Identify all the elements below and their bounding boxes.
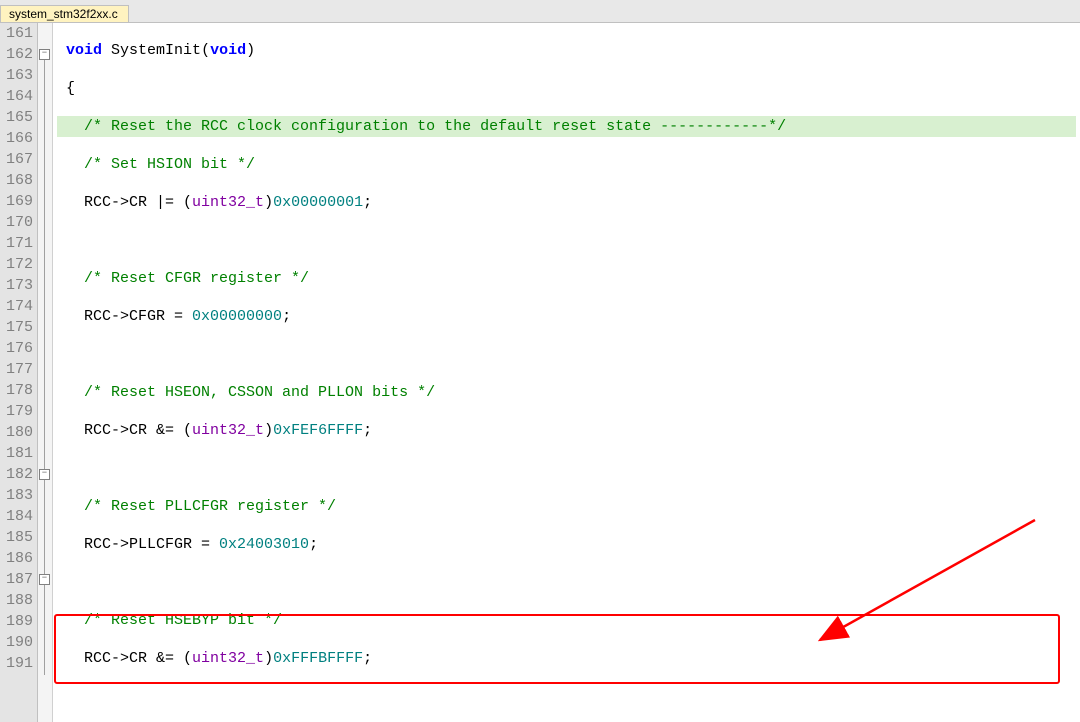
code-area[interactable]: void SystemInit(void) { /* Reset the RCC… bbox=[53, 23, 1080, 722]
line-number: 165 bbox=[4, 107, 36, 128]
fold-toggle-icon[interactable]: − bbox=[39, 469, 50, 480]
line-number: 182 bbox=[4, 464, 36, 485]
line-number-gutter: 161 162 163 164 165 166 167 168 169 170 … bbox=[0, 23, 38, 722]
line-number: 175 bbox=[4, 317, 36, 338]
fold-column: − − − bbox=[38, 23, 53, 722]
line-number: 191 bbox=[4, 653, 36, 674]
fold-toggle-icon[interactable]: − bbox=[39, 574, 50, 585]
line-number: 167 bbox=[4, 149, 36, 170]
line-number: 184 bbox=[4, 506, 36, 527]
line-number: 166 bbox=[4, 128, 36, 149]
line-number: 168 bbox=[4, 170, 36, 191]
code-line: { bbox=[57, 78, 1080, 99]
line-number: 190 bbox=[4, 632, 36, 653]
fold-toggle-icon[interactable]: − bbox=[39, 49, 50, 60]
tab-bar: system_stm32f2xx.c bbox=[0, 0, 1080, 23]
line-number: 181 bbox=[4, 443, 36, 464]
code-line: RCC->CR &= (uint32_t)0xFFFBFFFF; bbox=[57, 648, 1080, 669]
line-number: 178 bbox=[4, 380, 36, 401]
code-line: RCC->CR &= (uint32_t)0xFEF6FFFF; bbox=[57, 420, 1080, 441]
code-line bbox=[57, 572, 1080, 593]
line-number: 161 bbox=[4, 23, 36, 44]
line-number: 185 bbox=[4, 527, 36, 548]
line-number: 162 bbox=[4, 44, 36, 65]
code-line: void SystemInit(void) bbox=[57, 40, 1080, 61]
code-line bbox=[57, 686, 1080, 707]
code-line bbox=[57, 458, 1080, 479]
line-number: 180 bbox=[4, 422, 36, 443]
tab-filename: system_stm32f2xx.c bbox=[9, 7, 118, 21]
line-number: 187 bbox=[4, 569, 36, 590]
line-number: 173 bbox=[4, 275, 36, 296]
code-line: /* Reset PLLCFGR register */ bbox=[57, 496, 1080, 517]
line-number: 172 bbox=[4, 254, 36, 275]
line-number: 174 bbox=[4, 296, 36, 317]
line-number: 169 bbox=[4, 191, 36, 212]
code-line: /* Reset HSEON, CSSON and PLLON bits */ bbox=[57, 382, 1080, 403]
code-line: RCC->CR |= (uint32_t)0x00000001; bbox=[57, 192, 1080, 213]
line-number: 188 bbox=[4, 590, 36, 611]
line-number: 164 bbox=[4, 86, 36, 107]
code-line: RCC->PLLCFGR = 0x24003010; bbox=[57, 534, 1080, 555]
line-number: 186 bbox=[4, 548, 36, 569]
line-number: 171 bbox=[4, 233, 36, 254]
line-number: 163 bbox=[4, 65, 36, 86]
code-line: /* Reset the RCC clock configuration to … bbox=[57, 116, 1080, 137]
code-line bbox=[57, 230, 1080, 251]
line-number: 183 bbox=[4, 485, 36, 506]
code-line: /* Reset HSEBYP bit */ bbox=[57, 610, 1080, 631]
line-number: 170 bbox=[4, 212, 36, 233]
line-number: 179 bbox=[4, 401, 36, 422]
line-number: 189 bbox=[4, 611, 36, 632]
code-editor[interactable]: 161 162 163 164 165 166 167 168 169 170 … bbox=[0, 23, 1080, 722]
code-line bbox=[57, 344, 1080, 365]
file-tab[interactable]: system_stm32f2xx.c bbox=[0, 5, 129, 22]
code-line: /* Set HSION bit */ bbox=[57, 154, 1080, 175]
code-line: RCC->CFGR = 0x00000000; bbox=[57, 306, 1080, 327]
line-number: 177 bbox=[4, 359, 36, 380]
line-number: 176 bbox=[4, 338, 36, 359]
code-line: /* Reset CFGR register */ bbox=[57, 268, 1080, 289]
